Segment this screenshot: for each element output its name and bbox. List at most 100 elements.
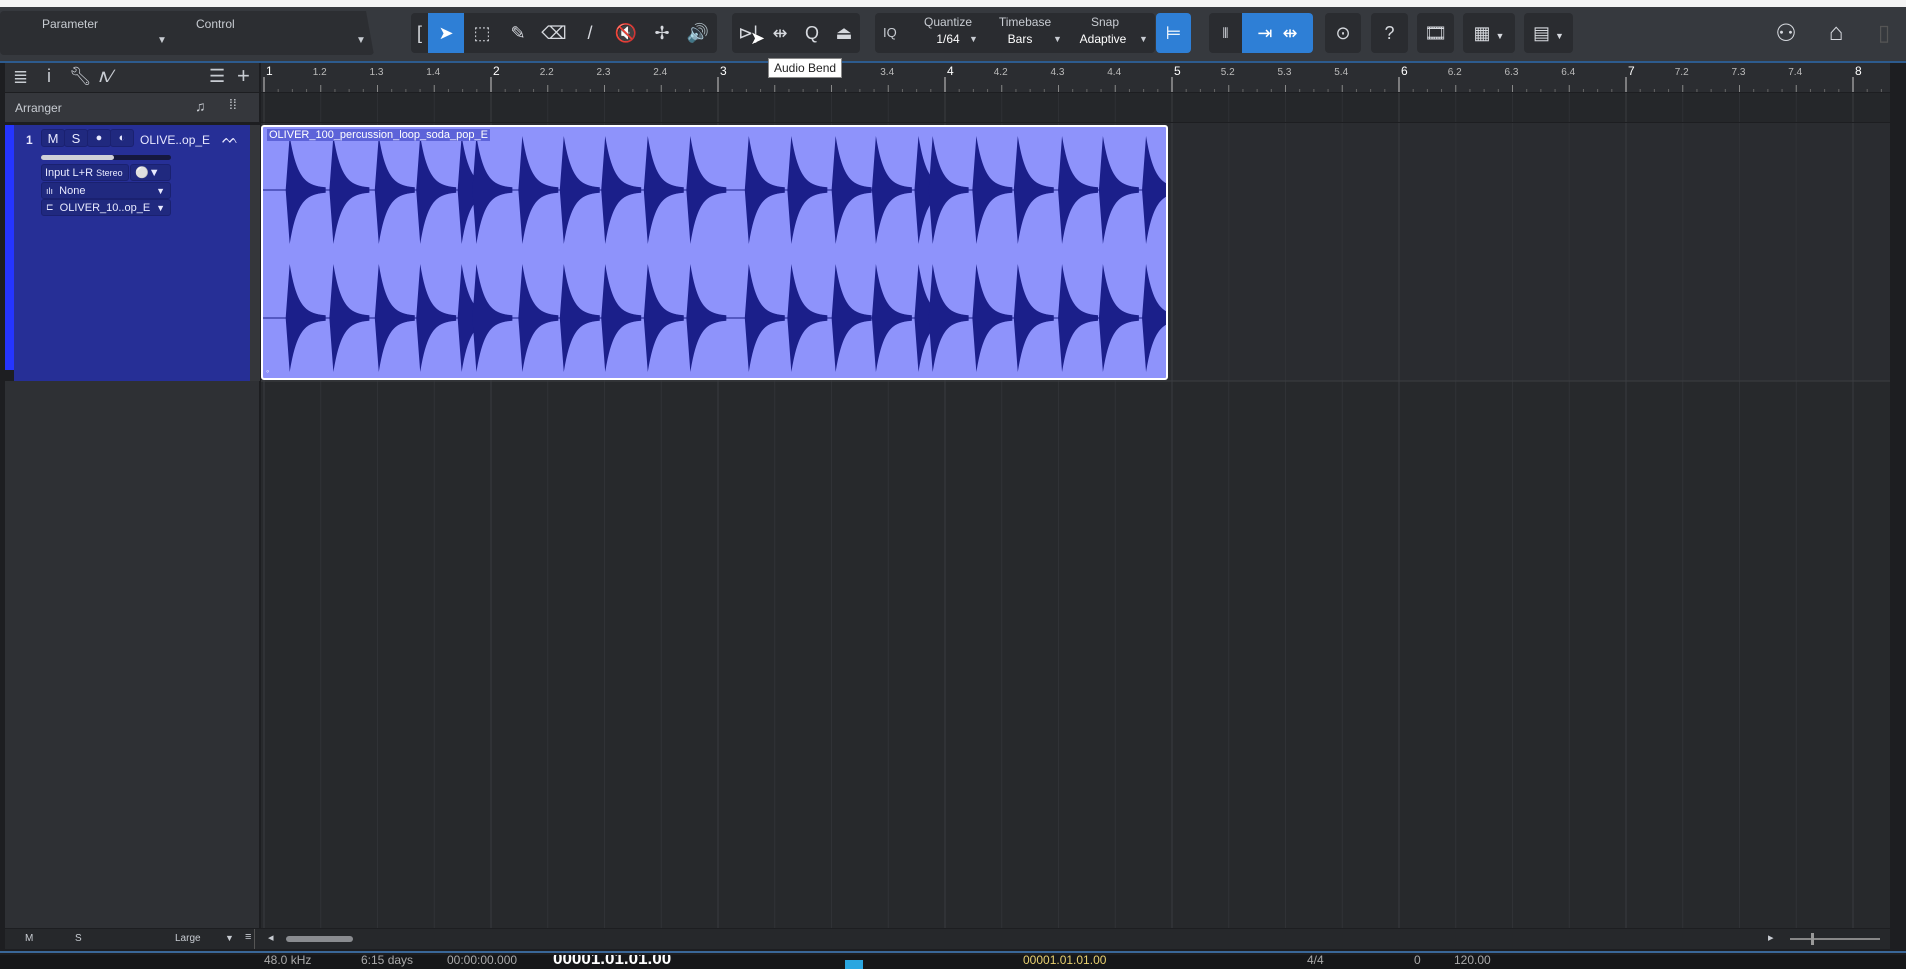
quantize-dropdown-icon[interactable]: ▼	[969, 34, 978, 44]
instrument-select[interactable]: ılı None ▼	[41, 182, 171, 199]
range-tool-button[interactable]: ⬚	[464, 13, 500, 53]
zoom-fit-button[interactable]: ⊙	[1325, 13, 1361, 53]
loop-start[interactable]: 00001.01.01.00	[1023, 955, 1106, 967]
track-size-select[interactable]: Large	[175, 933, 201, 944]
input-mode-toggle[interactable]: ⚪▼	[130, 164, 171, 181]
scroll-right-icon[interactable]: ▸	[1768, 931, 1774, 944]
waveform-transient	[972, 136, 1013, 244]
waveform-transient	[559, 136, 600, 244]
waveform-transient	[972, 264, 1013, 372]
bend-marker-tool-icon: ✢	[654, 22, 670, 43]
bottom-bar: M S Large ▼ ≡ ◂ ▸	[5, 929, 1890, 949]
record-button[interactable]: ●	[87, 129, 111, 147]
ruler-label: 2	[493, 64, 500, 78]
mute-all-button[interactable]: M	[25, 933, 33, 944]
output-select[interactable]: ⊏ OLIVER_10..op_E ▼	[41, 199, 171, 216]
zoom-slider[interactable]	[1790, 938, 1880, 940]
help-button[interactable]: ?	[1371, 13, 1408, 53]
listen-tool-button[interactable]: 🔊	[680, 13, 716, 53]
track-color-strip[interactable]	[5, 125, 14, 370]
timeline-ruler[interactable]: 1 1.2 1.3 1.4 2 2.2 2.3 2.4 3 3.4 4 4.2 4.3 4.4 5 5.2 5.…	[261, 63, 1890, 92]
inspector-icon[interactable]: i	[47, 66, 51, 87]
eraser-tool-button[interactable]: ⌫	[536, 13, 572, 53]
solo-button[interactable]: S	[64, 129, 88, 147]
quantize-value[interactable]: 1/64	[923, 32, 973, 46]
autoscroll-button[interactable]: ⇥ ⇹	[1242, 13, 1313, 53]
layout-button[interactable]: ▤ ▼	[1524, 13, 1573, 53]
arranger-label: Arranger	[15, 101, 62, 115]
waveform-transient	[928, 264, 969, 372]
zoom-fit-icon: ⊙	[1335, 22, 1351, 43]
chevron-down-icon[interactable]: ▼	[225, 933, 234, 943]
groove-icon: ⏏	[835, 22, 853, 43]
transport-bar: 48.0 kHz 6:15 days 00:00:00.000 00001.01…	[0, 955, 1906, 969]
bottom-menu-icon[interactable]: ≡	[245, 931, 251, 943]
waveform-transient	[643, 264, 684, 372]
loop-indicator[interactable]	[845, 960, 863, 969]
waveform-transient	[285, 264, 326, 372]
parameter-dropdown-icon[interactable]: ▼	[157, 35, 167, 46]
monitor-button[interactable]: ◐	[110, 129, 134, 147]
clip-envelope-icon[interactable]: ◦	[266, 366, 269, 376]
film-icon: 🎞	[1424, 22, 1447, 43]
volume-slider[interactable]	[41, 155, 171, 160]
arrow-tool-button[interactable]: ➤	[428, 13, 464, 53]
track-options-icon[interactable]: ☰	[209, 66, 225, 87]
waveform-transient	[559, 264, 600, 372]
tempo-value[interactable]: 120.00	[1454, 955, 1491, 967]
add-track-icon[interactable]: +	[237, 63, 250, 89]
waveform-transient	[518, 136, 559, 244]
timebase-dropdown-icon[interactable]: ▼	[1053, 34, 1062, 44]
range-tool-icon: ⬚	[473, 22, 491, 43]
snap-dropdown-icon[interactable]: ▼	[1139, 34, 1148, 44]
arranger-lane[interactable]	[261, 93, 1890, 122]
scroll-left-icon[interactable]: ◂	[268, 931, 274, 944]
paint-tool-button[interactable]: /	[572, 13, 608, 53]
ruler-label: 5.3	[1278, 67, 1292, 78]
horizontal-scrollbar[interactable]	[286, 936, 353, 942]
zoom-slider-handle[interactable]	[1811, 933, 1814, 945]
music-note-icon[interactable]: ♫	[195, 98, 206, 114]
solo-all-button[interactable]: S	[75, 933, 82, 944]
wrench-icon[interactable]: 🔧︎	[69, 66, 92, 87]
ruler-label: 6	[1401, 64, 1408, 78]
input-select[interactable]: Input L+R Stereo	[41, 164, 129, 181]
snap-value[interactable]: Adaptive	[1073, 32, 1133, 46]
waveform-transient	[329, 264, 370, 372]
waveform-transient	[831, 136, 872, 244]
quantize-q-button[interactable]: Q	[796, 13, 828, 53]
track-list-header: ≣ i 🔧︎ ∧∕ ☰ +	[5, 63, 259, 92]
snap-flag-icon: ⊨	[1165, 22, 1182, 43]
arranger-grid-icon[interactable]: ⁞⁞	[229, 96, 237, 112]
split-tool-button[interactable]: ✎	[500, 13, 536, 53]
home-button[interactable]: ⌂	[1820, 13, 1852, 53]
user-icon: ⚇	[1775, 19, 1797, 47]
iq-button[interactable]: IQ	[883, 25, 897, 40]
grid-view-button[interactable]: ▦ ▼	[1463, 13, 1515, 53]
track-list-icon[interactable]: ≣	[13, 67, 28, 88]
ruler-label: 1	[266, 64, 273, 78]
timeline-button[interactable]: ⫴	[1209, 13, 1242, 53]
stretch-button[interactable]: ⇹	[764, 13, 796, 53]
track-divider	[250, 125, 260, 381]
mute-button[interactable]: M	[41, 129, 65, 147]
range-bracket-button[interactable]: [	[411, 13, 428, 53]
timebase-value[interactable]: Bars	[995, 32, 1045, 46]
offset-value[interactable]: 0	[1414, 955, 1421, 967]
mute-tool-button[interactable]: 🔇	[608, 13, 644, 53]
track-name[interactable]: OLIVE..op_E	[140, 133, 210, 147]
waveform-transient	[1142, 264, 1166, 372]
waveform-transient	[285, 136, 326, 244]
automation-icon[interactable]: ∧∕	[97, 66, 113, 87]
audio-clip[interactable]: OLIVER_100_percussion_loop_soda_pop_E ◦	[261, 125, 1168, 380]
waveform-icon[interactable]: ᨓ	[222, 130, 239, 147]
control-dropdown-icon[interactable]: ▼	[356, 35, 366, 46]
snap-toggle-button[interactable]: ⊨	[1156, 13, 1191, 53]
track-header[interactable]: 1 M S ● ◐ OLIVE..op_E ᨓ Input L+R Stereo…	[14, 125, 250, 381]
user-button[interactable]: ⚇	[1770, 13, 1802, 53]
groove-button[interactable]: ⏏	[828, 13, 860, 53]
document-button[interactable]: ▯	[1868, 13, 1900, 53]
time-signature[interactable]: 4/4	[1307, 955, 1324, 967]
video-button[interactable]: 🎞	[1417, 13, 1454, 53]
bend-marker-tool-button[interactable]: ✢	[644, 13, 680, 53]
